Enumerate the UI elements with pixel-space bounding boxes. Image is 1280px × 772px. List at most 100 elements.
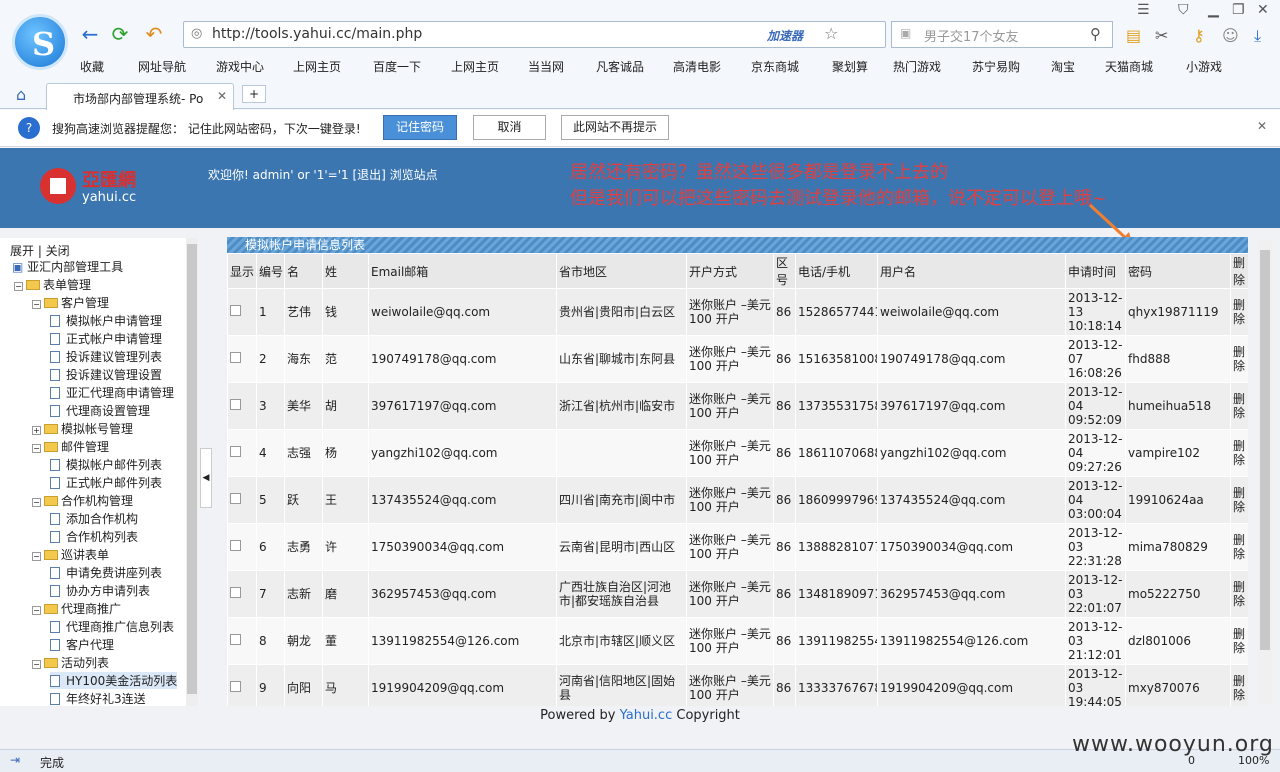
back-arrow-icon[interactable]: ← — [78, 22, 102, 46]
bookmark-item[interactable]: 凡客诚品 — [596, 58, 644, 75]
tree-folder[interactable]: + 模拟帐号管理 — [32, 420, 133, 437]
search-box[interactable]: ▣ 男子交17个女友 ⚲ — [891, 21, 1113, 48]
row-checkbox[interactable] — [230, 305, 241, 316]
delete-link[interactable]: 删除 — [1230, 523, 1248, 571]
tree-item[interactable]: 代理商推广信息列表 — [50, 618, 174, 635]
tree-item[interactable]: 客户代理 — [50, 636, 114, 653]
tree-item[interactable]: 正式帐户邮件列表 — [50, 474, 162, 491]
delete-link[interactable]: 删除 — [1230, 382, 1248, 430]
close-icon[interactable]: ✕ — [1257, 2, 1269, 18]
expand-collapse[interactable]: 展开 | 关闭 — [10, 242, 70, 259]
remember-password-button[interactable]: 记住密码 — [383, 115, 457, 140]
row-checkbox[interactable] — [230, 493, 241, 504]
bookmark-item[interactable]: 游戏中心 — [216, 58, 264, 75]
expand-icon[interactable]: − — [32, 552, 41, 561]
bookmark-item[interactable]: 上网主页 — [293, 58, 341, 75]
minimize-icon[interactable]: ▁ — [1208, 2, 1219, 18]
tree-item[interactable]: 正式帐户申请管理 — [50, 330, 162, 347]
tree-item[interactable]: HY100美金活动列表 — [50, 672, 178, 689]
chat-icon[interactable]: ☺ — [1222, 26, 1239, 45]
tab-close-icon[interactable]: ✕ — [217, 89, 227, 103]
tree-folder[interactable]: − 合作机构管理 — [32, 492, 133, 509]
expand-icon[interactable]: − — [14, 282, 23, 291]
bookmark-item[interactable]: 网址导航 — [138, 58, 186, 75]
never-remind-button[interactable]: 此网站不再提示 — [561, 115, 669, 140]
tree-item[interactable]: 添加合作机构 — [50, 510, 138, 527]
row-checkbox[interactable] — [230, 681, 241, 692]
undo-icon[interactable]: ↶ — [142, 22, 166, 46]
tree-folder[interactable]: − 代理商推广 — [32, 600, 121, 617]
bookmark-item[interactable]: 上网主页 — [451, 58, 499, 75]
bookmark-item[interactable]: 苏宁易购 — [972, 58, 1020, 75]
refresh-icon[interactable]: ⟳ — [108, 22, 132, 46]
sidebar-toggle[interactable]: ◀ — [200, 448, 212, 508]
bookmark-item[interactable]: 当当网 — [528, 58, 564, 75]
bookmark-item[interactable]: 淘宝 — [1051, 58, 1075, 75]
search-icon[interactable]: ⚲ — [1090, 25, 1101, 43]
maximize-icon[interactable]: ❐ — [1232, 2, 1245, 18]
bookmark-item[interactable]: 聚划算 — [832, 58, 868, 75]
shirt-icon[interactable]: ⛉ — [1178, 2, 1189, 18]
welcome-text[interactable]: 欢迎你! admin' or '1'='1 [退出] 浏览站点 — [208, 166, 438, 183]
tree-folder[interactable]: − 表单管理 — [14, 276, 91, 293]
notice-close-icon[interactable]: ✕ — [1257, 119, 1267, 133]
row-checkbox[interactable] — [230, 540, 241, 551]
tree-item[interactable]: 代理商设置管理 — [50, 402, 150, 419]
row-checkbox[interactable] — [230, 446, 241, 457]
delete-link[interactable]: 删除 — [1230, 429, 1248, 477]
bookmark-item[interactable]: 高清电影 — [673, 58, 721, 75]
sogou-logo-icon[interactable]: S — [12, 14, 68, 70]
bookmark-item[interactable]: 百度一下 — [373, 58, 421, 75]
menu-icon[interactable]: ☰ — [1137, 2, 1150, 18]
tree-folder[interactable]: − 邮件管理 — [32, 438, 109, 455]
page-scrollbar[interactable] — [1258, 240, 1272, 704]
tree-item[interactable]: 年终好礼3连送 — [50, 690, 146, 706]
star-icon[interactable]: ☆ — [824, 24, 838, 43]
cancel-button[interactable]: 取消 — [473, 115, 546, 140]
bookmark-item[interactable]: 收藏 — [80, 58, 104, 75]
tree-folder[interactable]: − 活动列表 — [32, 654, 109, 671]
sidebar-scrollbar[interactable] — [186, 238, 198, 706]
bookmark-item[interactable]: 小游戏 — [1186, 58, 1222, 75]
tree-item[interactable]: 申请免费讲座列表 — [50, 564, 162, 581]
delete-link[interactable]: 删除 — [1230, 617, 1248, 665]
scissors-icon[interactable]: ✂ — [1155, 26, 1168, 45]
row-checkbox[interactable] — [230, 634, 241, 645]
address-bar[interactable]: ◎ http://tools.yahui.cc/main.php 加速器 ☆ — [183, 21, 886, 48]
row-checkbox[interactable] — [230, 399, 241, 410]
accelerator-label[interactable]: 加速器 — [767, 27, 803, 44]
bookmark-item[interactable]: 京东商城 — [751, 58, 799, 75]
row-checkbox[interactable] — [230, 587, 241, 598]
expand-icon[interactable]: − — [32, 444, 41, 453]
delete-link[interactable]: 删除 — [1230, 335, 1248, 383]
tree-item[interactable]: 合作机构列表 — [50, 528, 138, 545]
tree-item[interactable]: 亚汇代理商申请管理 — [50, 384, 174, 401]
row-checkbox[interactable] — [230, 352, 241, 363]
new-tab-icon[interactable]: + — [242, 85, 266, 103]
expand-icon[interactable]: − — [32, 300, 41, 309]
url-text[interactable]: http://tools.yahui.cc/main.php — [212, 26, 422, 42]
expand-icon[interactable]: + — [32, 426, 41, 435]
expand-icon[interactable]: − — [32, 606, 41, 615]
download-icon[interactable]: ⤓ — [1254, 26, 1261, 46]
footer-link[interactable]: Yahui.cc — [620, 708, 673, 723]
tree-folder[interactable]: − 客户管理 — [32, 294, 109, 311]
tab-main[interactable]: 市场部内部管理系统- Po ✕ — [46, 83, 234, 110]
sidebar-toggle-icon[interactable]: ⇥ — [10, 753, 20, 767]
tree-item[interactable]: 模拟帐户邮件列表 — [50, 456, 162, 473]
tree-item[interactable]: 投诉建议管理列表 — [50, 348, 162, 365]
key-icon[interactable]: ⚷ — [1193, 26, 1205, 45]
delete-link[interactable]: 删除 — [1230, 664, 1248, 706]
tree-folder[interactable]: − 巡讲表单 — [32, 546, 109, 563]
expand-icon[interactable]: − — [32, 498, 41, 507]
tree-root[interactable]: ▣ 亚汇内部管理工具 — [12, 258, 123, 275]
search-input[interactable]: 男子交17个女友 — [924, 26, 1019, 45]
bookmark-item[interactable]: 热门游戏 — [893, 58, 941, 75]
extension-icon[interactable]: ▤ — [1126, 26, 1141, 45]
delete-link[interactable]: 删除 — [1230, 288, 1248, 336]
tree-item[interactable]: 协办方申请列表 — [50, 582, 150, 599]
delete-link[interactable]: 删除 — [1230, 476, 1248, 524]
tree-item[interactable]: 投诉建议管理设置 — [50, 366, 162, 383]
delete-link[interactable]: 删除 — [1230, 570, 1248, 618]
bookmark-item[interactable]: 天猫商城 — [1105, 58, 1153, 75]
